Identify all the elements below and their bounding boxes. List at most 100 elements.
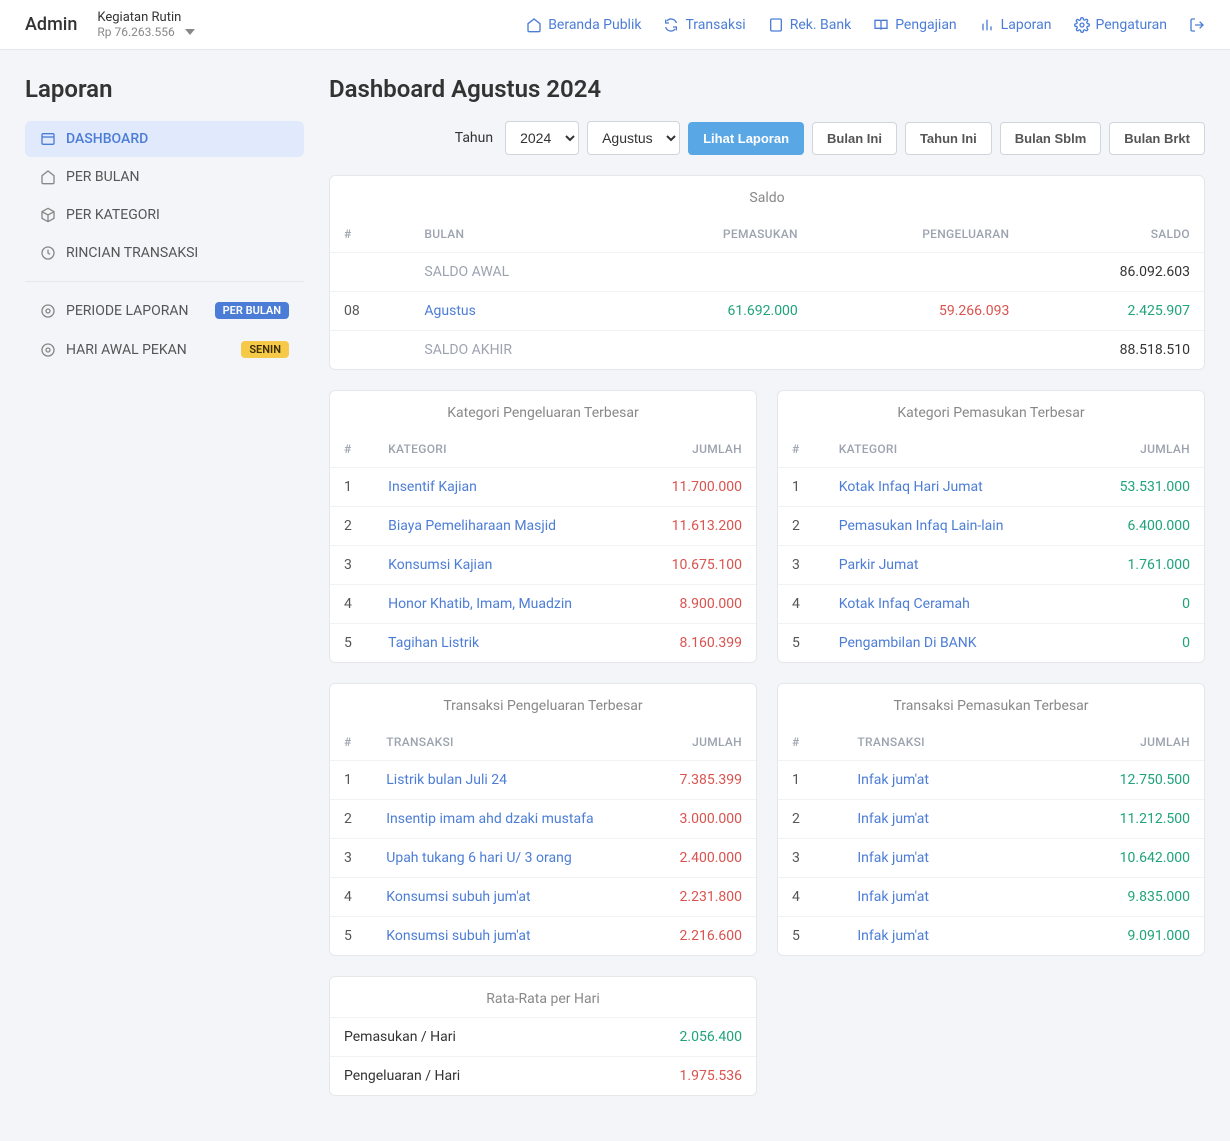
table-row: 3Konsumsi Kajian10.675.100: [330, 546, 756, 585]
table-row: 1Insentif Kajian11.700.000: [330, 468, 756, 507]
bulan-ini-button[interactable]: Bulan Ini: [812, 122, 897, 155]
nav-beranda[interactable]: Beranda Publik: [526, 17, 641, 33]
table-row: 4Infak jum'at9.835.000: [778, 878, 1204, 917]
row-link[interactable]: Listrik bulan Juli 24: [372, 761, 649, 800]
sidebar-divider: [25, 281, 304, 282]
bulan-sblm-button[interactable]: Bulan Sblm: [1000, 122, 1102, 155]
row-link[interactable]: Infak jum'at: [843, 839, 1024, 878]
kategori-keluar-card: Kategori Pengeluaran Terbesar # KATEGORI…: [329, 390, 757, 663]
row-link[interactable]: Honor Khatib, Imam, Muadzin: [374, 585, 635, 624]
nav-pengaturan[interactable]: Pengaturan: [1074, 17, 1168, 33]
box-icon: [40, 207, 56, 223]
row-link[interactable]: Infak jum'at: [843, 761, 1024, 800]
row-link[interactable]: Konsumsi Kajian: [374, 546, 635, 585]
kategori-masuk-card: Kategori Pemasukan Terbesar # KATEGORI J…: [777, 390, 1205, 663]
hariawal-badge: SENIN: [241, 341, 289, 358]
row-link[interactable]: Kotak Infaq Ceramah: [825, 585, 1076, 624]
sidebar-item-hariawal[interactable]: HARI AWAL PEKAN SENIN: [25, 331, 304, 368]
table-row: 2Biaya Pemeliharaan Masjid11.613.200: [330, 507, 756, 546]
table-row: 1Listrik bulan Juli 247.385.399: [330, 761, 756, 800]
sidebar-item-perkategori[interactable]: PER KATEGORI: [25, 197, 304, 233]
logout-icon: [1189, 17, 1205, 33]
table-row: 5Tagihan Listrik8.160.399: [330, 624, 756, 663]
sidebar-item-rincian[interactable]: RINCIAN TRANSAKSI: [25, 235, 304, 271]
table-row: 2Insentip imam ahd dzaki mustafa3.000.00…: [330, 800, 756, 839]
tahun-ini-button[interactable]: Tahun Ini: [905, 122, 992, 155]
table-row: 3Infak jum'at10.642.000: [778, 839, 1204, 878]
org-switcher[interactable]: Kegiatan Rutin Rp 76.263.556: [97, 10, 194, 39]
home-icon: [40, 169, 56, 185]
topbar: Admin Kegiatan Rutin Rp 76.263.556 Beran…: [0, 0, 1230, 50]
saldo-month-link[interactable]: Agustus: [410, 292, 622, 331]
home-icon: [526, 17, 542, 33]
refresh-icon: [663, 17, 679, 33]
periode-badge: PER BULAN: [215, 302, 289, 319]
avg-card: Rata-Rata per Hari Pemasukan / Hari 2.05…: [329, 976, 757, 1096]
sidebar-item-dashboard[interactable]: DASHBOARD: [25, 121, 304, 157]
chevron-down-icon: [185, 29, 195, 35]
brand-title: Admin: [25, 14, 77, 35]
table-row: 3Parkir Jumat1.761.000: [778, 546, 1204, 585]
filter-bar: Tahun 2024 Agustus Lihat Laporan Bulan I…: [329, 121, 1205, 155]
gear-icon: [40, 303, 56, 319]
table-row: 5Konsumsi subuh jum'at2.216.600: [330, 917, 756, 956]
org-name: Kegiatan Rutin: [97, 10, 194, 25]
nav-logout[interactable]: [1189, 17, 1205, 33]
row-link[interactable]: Insentif Kajian: [374, 468, 635, 507]
avg-pemasukan-row: Pemasukan / Hari 2.056.400: [330, 1017, 756, 1056]
table-row: 1Infak jum'at12.750.500: [778, 761, 1204, 800]
sidebar-title: Laporan: [25, 75, 304, 103]
trx-keluar-card: Transaksi Pengeluaran Terbesar # TRANSAK…: [329, 683, 757, 956]
table-row: 5Pengambilan Di BANK0: [778, 624, 1204, 663]
row-link[interactable]: Tagihan Listrik: [374, 624, 635, 663]
row-link[interactable]: Biaya Pemeliharaan Masjid: [374, 507, 635, 546]
trx-masuk-body: 1Infak jum'at12.750.5002Infak jum'at11.2…: [778, 761, 1204, 956]
saldo-month-row: 08 Agustus 61.692.000 59.266.093 2.425.9…: [330, 292, 1204, 331]
sidebar-item-perbulan[interactable]: PER BULAN: [25, 159, 304, 195]
table-row: 2Infak jum'at11.212.500: [778, 800, 1204, 839]
nav-pengajian[interactable]: Pengajian: [873, 17, 956, 33]
top-nav: Beranda Publik Transaksi Rek. Bank Penga…: [526, 17, 1205, 33]
gear-icon: [1074, 17, 1090, 33]
row-link[interactable]: Kotak Infaq Hari Jumat: [825, 468, 1076, 507]
row-link[interactable]: Konsumsi subuh jum'at: [372, 917, 649, 956]
org-balance: Rp 76.263.556: [97, 25, 174, 39]
kat-masuk-body: 1Kotak Infaq Hari Jumat53.531.0002Pemasu…: [778, 468, 1204, 663]
saldo-table: # BULAN PEMASUKAN PENGELUARAN SALDO SALD…: [330, 216, 1204, 369]
table-row: 5Infak jum'at9.091.000: [778, 917, 1204, 956]
table-row: 3Upah tukang 6 hari U/ 3 orang2.400.000: [330, 839, 756, 878]
tahun-select[interactable]: 2024: [505, 121, 579, 155]
saldo-awal-row: SALDO AWAL 86.092.603: [330, 253, 1204, 292]
openbook-icon: [873, 17, 889, 33]
row-link[interactable]: Upah tukang 6 hari U/ 3 orang: [372, 839, 649, 878]
row-link[interactable]: Konsumsi subuh jum'at: [372, 878, 649, 917]
nav-rekbank[interactable]: Rek. Bank: [768, 17, 851, 33]
nav-transaksi[interactable]: Transaksi: [663, 17, 745, 33]
avg-pengeluaran-row: Pengeluaran / Hari 1.975.536: [330, 1056, 756, 1095]
table-row: 2Pemasukan Infaq Lain-lain6.400.000: [778, 507, 1204, 546]
trx-masuk-card: Transaksi Pemasukan Terbesar # TRANSAKSI…: [777, 683, 1205, 956]
bulan-brkt-button[interactable]: Bulan Brkt: [1109, 122, 1205, 155]
book-icon: [768, 17, 784, 33]
nav-laporan[interactable]: Laporan: [979, 17, 1052, 33]
row-link[interactable]: Pengambilan Di BANK: [825, 624, 1076, 663]
dashboard-icon: [40, 131, 56, 147]
bulan-select[interactable]: Agustus: [587, 121, 680, 155]
saldo-title: Saldo: [330, 176, 1204, 216]
table-row: 1Kotak Infaq Hari Jumat53.531.000: [778, 468, 1204, 507]
page-title: Dashboard Agustus 2024: [329, 75, 1205, 103]
saldo-card: Saldo # BULAN PEMASUKAN PENGELUARAN SALD…: [329, 175, 1205, 370]
table-row: 4Honor Khatib, Imam, Muadzin8.900.000: [330, 585, 756, 624]
sidebar-item-periode[interactable]: PERIODE LAPORAN PER BULAN: [25, 292, 304, 329]
row-link[interactable]: Pemasukan Infaq Lain-lain: [825, 507, 1076, 546]
lihat-laporan-button[interactable]: Lihat Laporan: [688, 122, 804, 155]
row-link[interactable]: Insentip imam ahd dzaki mustafa: [372, 800, 649, 839]
row-link[interactable]: Infak jum'at: [843, 800, 1024, 839]
tahun-label: Tahun: [455, 130, 493, 146]
row-link[interactable]: Infak jum'at: [843, 878, 1024, 917]
row-link[interactable]: Infak jum'at: [843, 917, 1024, 956]
row-link[interactable]: Parkir Jumat: [825, 546, 1076, 585]
gear-icon: [40, 342, 56, 358]
table-row: 4Kotak Infaq Ceramah0: [778, 585, 1204, 624]
clock-icon: [40, 245, 56, 261]
